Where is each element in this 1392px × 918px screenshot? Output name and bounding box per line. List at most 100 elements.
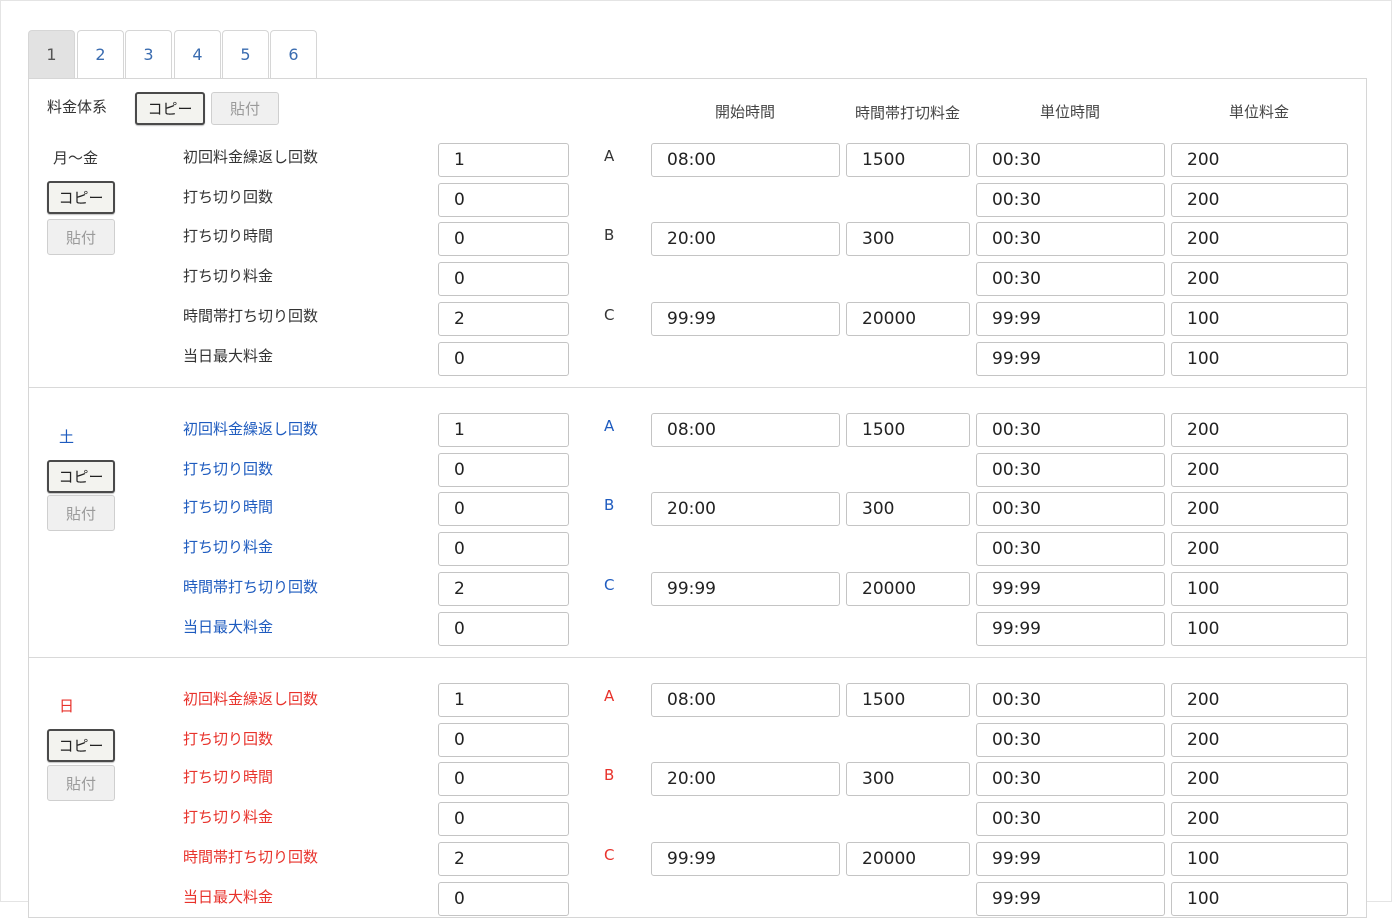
unit-time-input[interactable] [976, 222, 1165, 256]
unit-fee-input[interactable] [1171, 842, 1348, 876]
unit-fee-input[interactable] [1171, 882, 1348, 916]
value-input[interactable] [438, 453, 569, 487]
unit-fee-input[interactable] [1171, 413, 1348, 447]
start-time-input[interactable] [651, 143, 840, 177]
value-input[interactable] [438, 612, 569, 646]
section-divider [29, 387, 1366, 388]
unit-fee-input[interactable] [1171, 723, 1348, 757]
row-label: 打ち切り料金 [183, 538, 274, 557]
value-input[interactable] [438, 802, 569, 836]
section-paste-button[interactable]: 貼付 [47, 219, 115, 255]
row-label: 打ち切り時間 [183, 498, 274, 517]
unit-fee-input[interactable] [1171, 683, 1348, 717]
value-input[interactable] [438, 762, 569, 796]
unit-time-input[interactable] [976, 342, 1165, 376]
start-time-input[interactable] [651, 413, 840, 447]
unit-time-input[interactable] [976, 183, 1165, 217]
value-input[interactable] [438, 842, 569, 876]
unit-fee-input[interactable] [1171, 453, 1348, 487]
unit-time-input[interactable] [976, 143, 1165, 177]
band-cap-fee-input[interactable] [846, 492, 970, 526]
unit-time-input[interactable] [976, 492, 1165, 526]
tab-3[interactable]: 3 [125, 30, 172, 78]
tab-4[interactable]: 4 [174, 30, 221, 78]
row-label: 当日最大料金 [183, 617, 274, 636]
row-label: 打ち切り回数 [183, 188, 274, 206]
unit-time-input[interactable] [976, 842, 1165, 876]
start-time-input[interactable] [651, 683, 840, 717]
unit-fee-input[interactable] [1171, 183, 1348, 217]
day-label: 月～金 [53, 149, 99, 167]
value-input[interactable] [438, 723, 569, 757]
value-input[interactable] [438, 413, 569, 447]
value-input[interactable] [438, 342, 569, 376]
column-header-unit-fee: 単位料金 [1228, 103, 1289, 121]
unit-time-input[interactable] [976, 762, 1165, 796]
band-cap-fee-input[interactable] [846, 683, 970, 717]
unit-time-input[interactable] [976, 882, 1165, 916]
unit-time-input[interactable] [976, 302, 1165, 336]
unit-time-input[interactable] [976, 262, 1165, 296]
section-copy-button[interactable]: コピー [47, 460, 115, 493]
section-divider [29, 657, 1366, 658]
value-input[interactable] [438, 683, 569, 717]
band-cap-fee-input[interactable] [846, 143, 970, 177]
unit-time-input[interactable] [976, 723, 1165, 757]
tab-1[interactable]: 1 [28, 30, 75, 78]
unit-fee-input[interactable] [1171, 262, 1348, 296]
fee-system-paste-button[interactable]: 貼付 [211, 92, 279, 125]
start-time-input[interactable] [651, 572, 840, 606]
unit-fee-input[interactable] [1171, 302, 1348, 336]
band-cap-fee-input[interactable] [846, 572, 970, 606]
tab-5[interactable]: 5 [222, 30, 269, 78]
unit-time-input[interactable] [976, 453, 1165, 487]
band-cap-fee-input[interactable] [846, 413, 970, 447]
unit-fee-input[interactable] [1171, 222, 1348, 256]
tab-2[interactable]: 2 [77, 30, 124, 78]
unit-time-input[interactable] [976, 572, 1165, 606]
row-label: 打ち切り料金 [183, 808, 274, 827]
section-paste-button[interactable]: 貼付 [47, 765, 115, 801]
value-input[interactable] [438, 183, 569, 217]
unit-time-input[interactable] [976, 413, 1165, 447]
value-input[interactable] [438, 222, 569, 256]
section-copy-button[interactable]: コピー [47, 729, 115, 762]
unit-time-input[interactable] [976, 532, 1165, 566]
band-cap-fee-input[interactable] [846, 762, 970, 796]
start-time-input[interactable] [651, 762, 840, 796]
row-label: 打ち切り時間 [183, 768, 274, 787]
value-input[interactable] [438, 532, 569, 566]
section-copy-button[interactable]: コピー [47, 181, 115, 214]
unit-fee-input[interactable] [1171, 612, 1348, 646]
row-label: 打ち切り回数 [183, 459, 274, 478]
unit-fee-input[interactable] [1171, 342, 1348, 376]
band-cap-fee-input[interactable] [846, 842, 970, 876]
unit-fee-input[interactable] [1171, 143, 1348, 177]
tab-6[interactable]: 6 [270, 30, 317, 78]
start-time-input[interactable] [651, 222, 840, 256]
fee-system-copy-button[interactable]: コピー [135, 92, 205, 125]
unit-fee-input[interactable] [1171, 762, 1348, 796]
unit-time-input[interactable] [976, 612, 1165, 646]
value-input[interactable] [438, 262, 569, 296]
unit-time-input[interactable] [976, 802, 1165, 836]
unit-fee-input[interactable] [1171, 572, 1348, 606]
start-time-input[interactable] [651, 492, 840, 526]
column-header-start-time: 開始時間 [714, 103, 775, 121]
band-cap-fee-input[interactable] [846, 302, 970, 336]
start-time-input[interactable] [651, 302, 840, 336]
row-label: 打ち切り時間 [183, 227, 274, 245]
value-input[interactable] [438, 143, 569, 177]
value-input[interactable] [438, 572, 569, 606]
value-input[interactable] [438, 882, 569, 916]
unit-fee-input[interactable] [1171, 802, 1348, 836]
section-paste-button[interactable]: 貼付 [47, 495, 115, 531]
band-label: A [604, 147, 615, 165]
unit-time-input[interactable] [976, 683, 1165, 717]
start-time-input[interactable] [651, 842, 840, 876]
band-cap-fee-input[interactable] [846, 222, 970, 256]
value-input[interactable] [438, 302, 569, 336]
unit-fee-input[interactable] [1171, 492, 1348, 526]
unit-fee-input[interactable] [1171, 532, 1348, 566]
value-input[interactable] [438, 492, 569, 526]
